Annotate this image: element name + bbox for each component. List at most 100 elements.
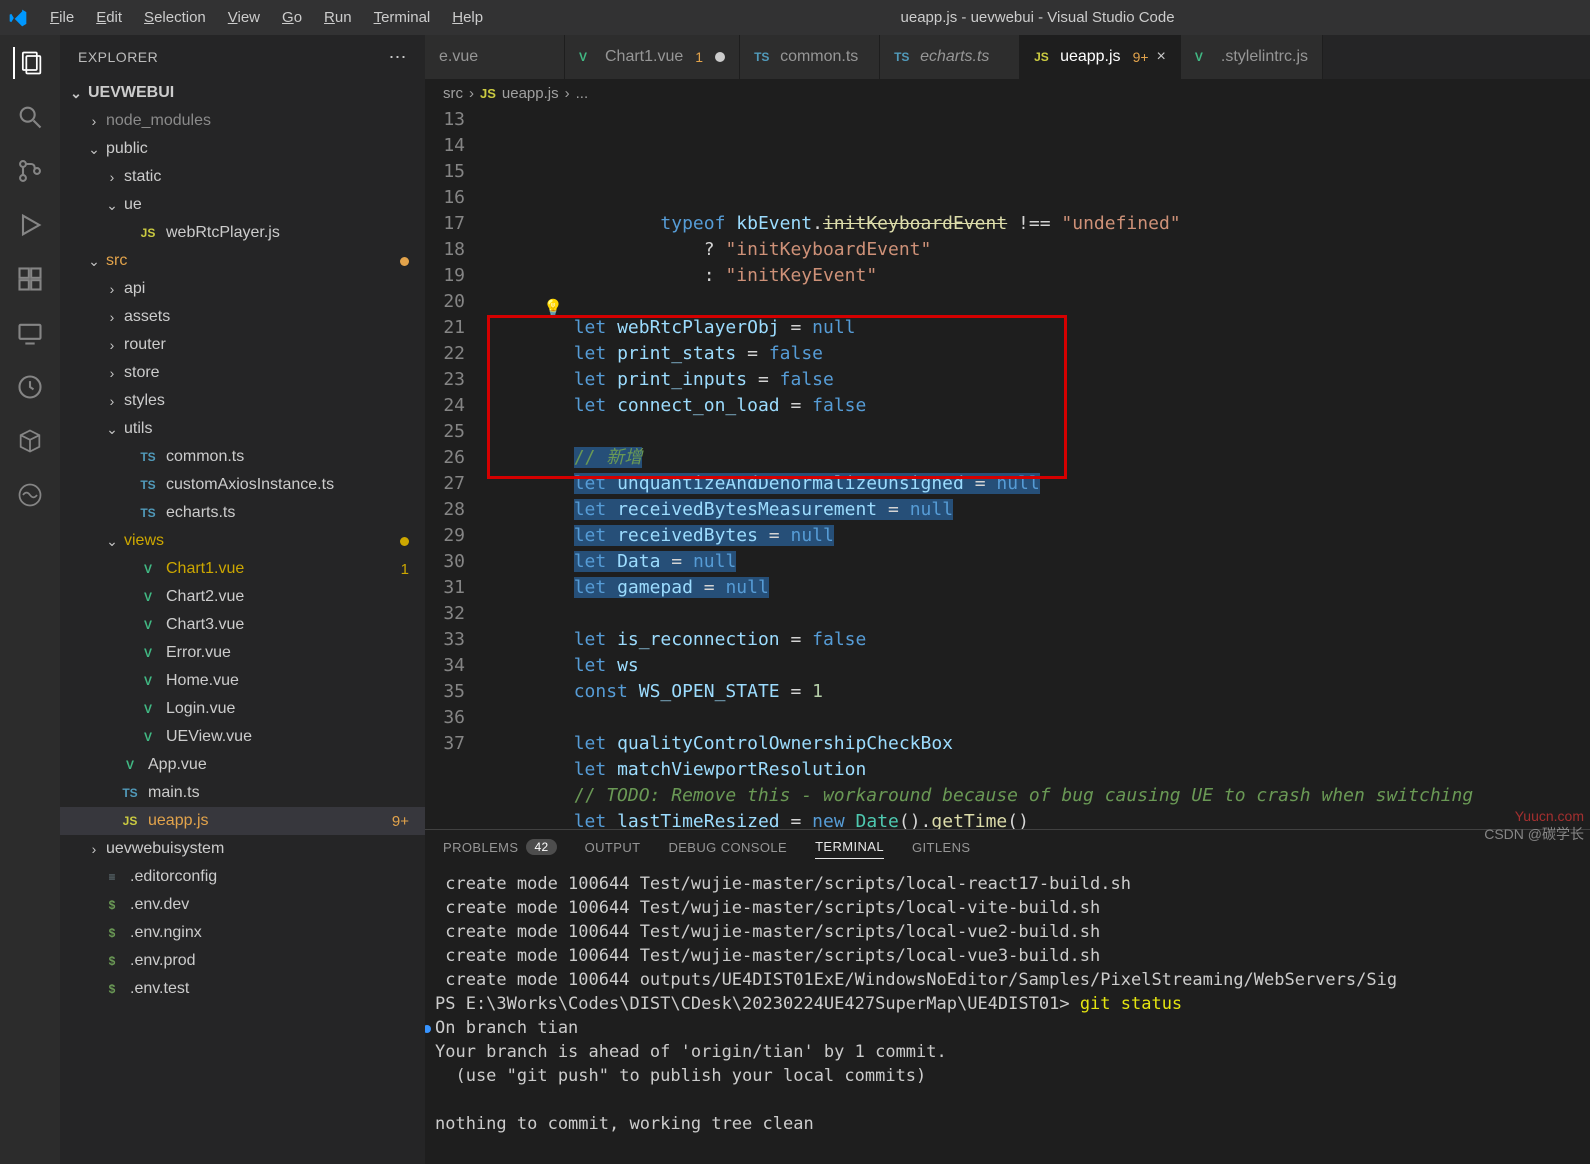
code-line[interactable]: // TODO: Remove this - workaround becaus… — [487, 783, 1590, 809]
code-line[interactable]: let webRtcPlayerObj = null — [487, 315, 1590, 341]
code-line[interactable]: let unquantizeAndDenormalizeUnsigned = n… — [487, 471, 1590, 497]
terminal-output[interactable]: create mode 100644 Test/wujie-master/scr… — [425, 868, 1590, 1164]
tree-item[interactable]: VUEView.vue — [60, 723, 425, 751]
tab-e.vue[interactable]: e.vue — [425, 35, 565, 79]
code-line[interactable] — [487, 419, 1590, 445]
extensions-icon[interactable] — [14, 263, 46, 295]
chevron-right-icon: › — [86, 841, 102, 857]
panel-tab-debug console[interactable]: DEBUG CONSOLE — [668, 840, 787, 859]
code-line[interactable]: typeof kbEvent.initKeyboardEvent !== "un… — [487, 211, 1590, 237]
code-editor[interactable]: 1314151617181920212223242526272829303132… — [425, 107, 1590, 829]
tree-item[interactable]: VHome.vue — [60, 667, 425, 695]
tree-item[interactable]: VChart1.vue1 — [60, 555, 425, 583]
tab-Chart1.vue[interactable]: VChart1.vue1 — [565, 35, 740, 79]
editor-tabs: e.vueVChart1.vue1TScommon.tsTSecharts.ts… — [425, 35, 1590, 79]
tree-item[interactable]: VLogin.vue — [60, 695, 425, 723]
tree-item[interactable]: ›styles — [60, 387, 425, 415]
panel-tab-problems[interactable]: PROBLEMS42 — [443, 839, 557, 859]
titlebar: FileEditSelectionViewGoRunTerminalHelp u… — [0, 0, 1590, 35]
menu-help[interactable]: Help — [442, 5, 493, 30]
menu-edit[interactable]: Edit — [86, 5, 132, 30]
menu-selection[interactable]: Selection — [134, 5, 216, 30]
tree-label: src — [106, 252, 127, 270]
tree-item[interactable]: TScustomAxiosInstance.ts — [60, 471, 425, 499]
tree-item[interactable]: ›api — [60, 275, 425, 303]
tree-item[interactable]: $.env.nginx — [60, 919, 425, 947]
tree-item[interactable]: ›static — [60, 163, 425, 191]
code-body[interactable]: 💡 typeof kbEvent.initKeyboardEvent !== "… — [487, 107, 1590, 829]
tree-item[interactable]: VApp.vue — [60, 751, 425, 779]
remote-icon[interactable] — [14, 317, 46, 349]
tree-item[interactable]: $.env.prod — [60, 947, 425, 975]
tree-item[interactable]: ⌄views — [60, 527, 425, 555]
code-line[interactable] — [487, 705, 1590, 731]
code-line[interactable]: let qualityControlOwnershipCheckBox — [487, 731, 1590, 757]
chevron-down-icon: ⌄ — [86, 253, 102, 270]
tree-item[interactable]: ≡.editorconfig — [60, 863, 425, 891]
run-icon[interactable] — [14, 209, 46, 241]
dirty-dot-icon — [715, 52, 725, 62]
code-line[interactable]: let connect_on_load = false — [487, 393, 1590, 419]
tree-item[interactable]: $.env.dev — [60, 891, 425, 919]
tree-item[interactable]: VChart2.vue — [60, 583, 425, 611]
menu-run[interactable]: Run — [314, 5, 362, 30]
tree-item[interactable]: VChart3.vue — [60, 611, 425, 639]
code-line[interactable]: let ws — [487, 653, 1590, 679]
tree-root[interactable]: ⌄ UEVWEBUI — [60, 79, 425, 107]
panel-tab-terminal[interactable]: TERMINAL — [815, 839, 884, 859]
tree-item[interactable]: ⌄src — [60, 247, 425, 275]
code-line[interactable]: let is_reconnection = false — [487, 627, 1590, 653]
file-icon: TS — [120, 786, 140, 800]
code-line[interactable]: // 新增 — [487, 445, 1590, 471]
tree-item[interactable]: JSueapp.js9+ — [60, 807, 425, 835]
panel-tab-output[interactable]: OUTPUT — [585, 840, 641, 859]
tree-item[interactable]: TSmain.ts — [60, 779, 425, 807]
tree-item[interactable]: ⌄ue — [60, 191, 425, 219]
source-control-icon[interactable] — [14, 155, 46, 187]
menu-go[interactable]: Go — [272, 5, 312, 30]
wave-icon[interactable] — [14, 479, 46, 511]
code-line[interactable]: const WS_OPEN_STATE = 1 — [487, 679, 1590, 705]
panel-tab-gitlens[interactable]: GITLENS — [912, 840, 970, 859]
code-line[interactable]: let receivedBytes = null — [487, 523, 1590, 549]
menu-view[interactable]: View — [218, 5, 270, 30]
code-line[interactable]: let gamepad = null — [487, 575, 1590, 601]
box-icon[interactable] — [14, 425, 46, 457]
tree-item[interactable]: VError.vue — [60, 639, 425, 667]
search-icon[interactable] — [14, 101, 46, 133]
tab-common.ts[interactable]: TScommon.ts — [740, 35, 880, 79]
clock-icon[interactable] — [14, 371, 46, 403]
tab-ueapp.js[interactable]: JSueapp.js9+× — [1020, 35, 1181, 79]
code-line[interactable]: let matchViewportResolution — [487, 757, 1590, 783]
tree-item[interactable]: TSecharts.ts — [60, 499, 425, 527]
tree-item[interactable]: ›store — [60, 359, 425, 387]
explorer-icon[interactable] — [13, 47, 45, 79]
code-line[interactable]: : "initKeyEvent" — [487, 263, 1590, 289]
tree-item[interactable]: ›uevwebuisystem — [60, 835, 425, 863]
lightbulb-icon[interactable]: 💡 — [543, 295, 563, 321]
code-line[interactable]: let receivedBytesMeasurement = null — [487, 497, 1590, 523]
code-line[interactable] — [487, 601, 1590, 627]
tree-item[interactable]: ›router — [60, 331, 425, 359]
menu-terminal[interactable]: Terminal — [364, 5, 441, 30]
tree-item[interactable]: ›node_modules — [60, 107, 425, 135]
menu-file[interactable]: File — [40, 5, 84, 30]
code-line[interactable]: let lastTimeResized = new Date().getTime… — [487, 809, 1590, 829]
code-line[interactable] — [487, 289, 1590, 315]
close-icon[interactable]: × — [1157, 48, 1166, 66]
code-line[interactable]: ? "initKeyboardEvent" — [487, 237, 1590, 263]
sidebar-title: EXPLORER — [78, 49, 158, 65]
tree-item[interactable]: $.env.test — [60, 975, 425, 1003]
tab-.stylelintrc.js[interactable]: V.stylelintrc.js — [1181, 35, 1323, 79]
code-line[interactable]: let Data = null — [487, 549, 1590, 575]
tree-item[interactable]: ⌄utils — [60, 415, 425, 443]
breadcrumb[interactable]: src › JS ueapp.js › ... — [425, 79, 1590, 107]
code-line[interactable]: let print_stats = false — [487, 341, 1590, 367]
tree-item[interactable]: ⌄public — [60, 135, 425, 163]
tree-item[interactable]: TScommon.ts — [60, 443, 425, 471]
code-line[interactable]: let print_inputs = false — [487, 367, 1590, 393]
tree-item[interactable]: ›assets — [60, 303, 425, 331]
tree-item[interactable]: JSwebRtcPlayer.js — [60, 219, 425, 247]
more-icon[interactable]: ⋯ — [389, 47, 408, 68]
tab-echarts.ts[interactable]: TSecharts.ts — [880, 35, 1020, 79]
